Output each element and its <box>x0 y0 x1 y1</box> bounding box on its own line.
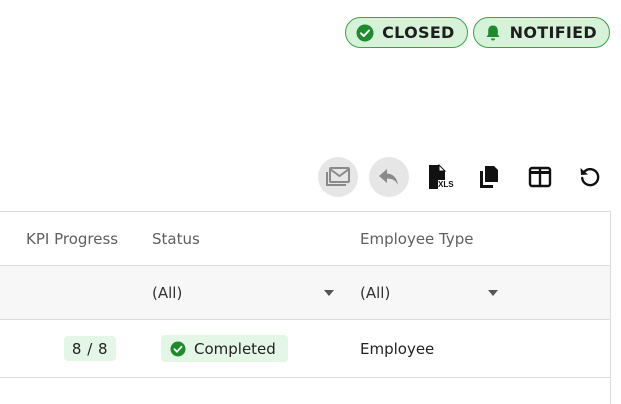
employee-type-filter-value: (All) <box>360 284 391 302</box>
column-header-employee-type[interactable]: Employee Type <box>360 212 474 266</box>
copy-button[interactable] <box>469 157 509 197</box>
grid-toolbar: XLS <box>318 157 621 199</box>
email-icon <box>325 166 351 188</box>
refresh-button[interactable] <box>570 157 610 197</box>
xls-file-icon: XLS <box>426 164 454 190</box>
export-xls-button[interactable]: XLS <box>419 157 459 197</box>
chevron-down-icon <box>324 290 334 296</box>
grid-header-row: KPI Progress Status Employee Type <box>0 212 610 266</box>
columns-button[interactable] <box>520 157 560 197</box>
kpi-progress-value: 8 / 8 <box>64 336 116 361</box>
refresh-icon <box>578 165 602 189</box>
bell-icon <box>484 24 502 42</box>
data-grid: KPI Progress Status Employee Type (All) … <box>0 211 611 404</box>
reply-icon <box>377 166 401 188</box>
column-header-status[interactable]: Status <box>152 212 200 266</box>
status-filter-value: (All) <box>152 284 183 302</box>
copy-icon <box>478 165 500 189</box>
column-header-kpi-progress[interactable]: KPI Progress <box>26 212 118 266</box>
check-circle-icon <box>170 341 186 357</box>
reply-button[interactable] <box>369 157 409 197</box>
grid-filter-row: (All) (All) <box>0 266 610 320</box>
page: CLOSED NOTIFIED XLS KPI Progress Status … <box>0 0 621 404</box>
email-button[interactable] <box>318 157 358 197</box>
employee-type-value: Employee <box>360 340 435 358</box>
employee-type-filter-select[interactable]: (All) <box>360 266 510 320</box>
status-badges: CLOSED NOTIFIED <box>345 17 610 48</box>
notified-badge-label: NOTIFIED <box>509 23 597 42</box>
status-filter-select[interactable]: (All) <box>152 266 342 320</box>
table-row[interactable]: 8 / 8 Completed Employee <box>0 320 610 378</box>
closed-badge-label: CLOSED <box>382 23 455 42</box>
closed-badge: CLOSED <box>345 17 468 48</box>
notified-badge: NOTIFIED <box>472 17 610 48</box>
columns-icon <box>528 166 552 188</box>
check-circle-icon <box>356 24 374 42</box>
chevron-down-icon <box>488 290 498 296</box>
status-label: Completed <box>194 339 276 358</box>
xls-file-icon-text: XLS <box>438 180 454 189</box>
status-badge: Completed <box>161 335 288 362</box>
